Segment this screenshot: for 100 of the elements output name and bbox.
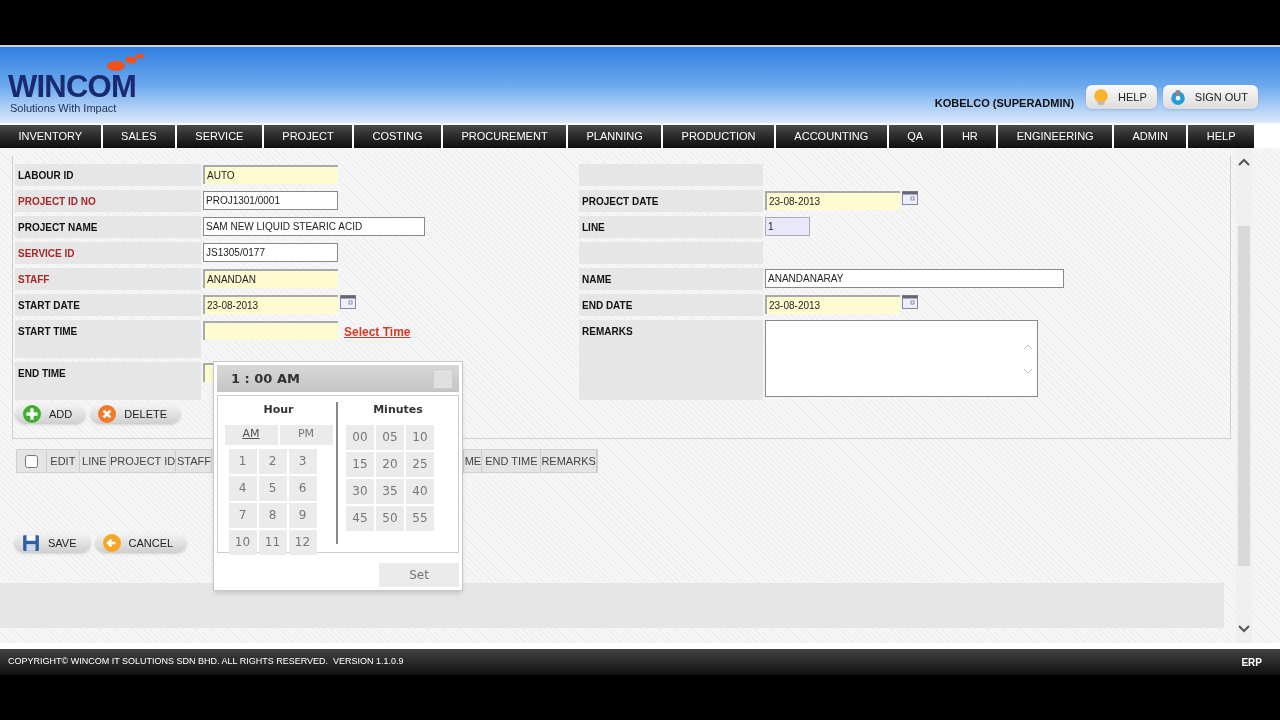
logo-text: WINCOM <box>8 72 137 102</box>
input-field[interactable]: SAM NEW LIQUID STEARIC ACID <box>203 217 425 236</box>
input-field[interactable]: 1 <box>765 217 810 236</box>
nav-tab[interactable]: SERVICE <box>176 125 262 148</box>
hour-button[interactable]: 10 <box>228 529 257 555</box>
nav-tab[interactable]: PROJECT <box>263 125 353 148</box>
minutes-title: Minutes <box>373 402 423 418</box>
hour-button[interactable]: 4 <box>228 475 257 501</box>
nav-tab[interactable]: ACCOUNTING <box>775 125 887 148</box>
time-display: 1 : 00 AM <box>231 369 300 388</box>
calendar-icon[interactable] <box>340 295 356 309</box>
set-button[interactable]: Set <box>379 563 459 587</box>
field-label: STAFF <box>15 268 201 290</box>
minute-button[interactable]: 15 <box>346 451 374 477</box>
column-header: PROJECT ID <box>109 450 177 472</box>
field-label: SERVICE ID <box>15 242 201 264</box>
nav-tab[interactable]: COSTING <box>354 125 442 148</box>
minute-button[interactable]: 40 <box>406 478 434 504</box>
hour-button[interactable]: 11 <box>258 529 287 555</box>
lock-icon <box>1168 87 1187 106</box>
bulb-icon <box>1092 87 1111 106</box>
field-label: LABOUR ID <box>15 164 201 186</box>
minute-button[interactable]: 00 <box>346 424 374 450</box>
scroll-down-icon[interactable] <box>1238 625 1250 633</box>
field-label: PROJECT ID NO <box>15 190 201 212</box>
minute-button[interactable]: 35 <box>376 478 404 504</box>
minute-button[interactable]: 45 <box>346 505 374 531</box>
nav-tab[interactable]: ENGINEERING <box>998 125 1113 148</box>
save-button[interactable]: SAVE <box>14 533 91 553</box>
nav-tab[interactable]: ADMIN <box>1114 125 1187 148</box>
delete-icon <box>98 405 117 423</box>
field-label: PROJECT NAME <box>15 216 201 238</box>
hour-button[interactable]: 5 <box>258 475 287 501</box>
calendar-icon[interactable] <box>902 191 918 205</box>
hour-button[interactable]: 12 <box>288 529 317 555</box>
input-field[interactable]: ANANDANARAY <box>765 269 1064 288</box>
add-icon <box>23 405 41 423</box>
field-label: END TIME <box>15 362 201 400</box>
nav-tab[interactable]: HELP <box>1188 125 1254 148</box>
field-label: NAME <box>579 268 763 290</box>
hour-button[interactable]: 8 <box>258 502 287 528</box>
minute-button[interactable]: 25 <box>406 451 434 477</box>
field-label: START TIME <box>15 320 201 358</box>
minute-button[interactable]: 55 <box>406 505 434 531</box>
nav-tab[interactable]: QA <box>888 125 942 148</box>
field-label: REMARKS <box>579 320 763 400</box>
add-button[interactable]: ADD <box>15 404 87 424</box>
input-field[interactable]: 23-08-2013 <box>765 295 900 314</box>
minute-button[interactable]: 50 <box>376 505 404 531</box>
input-field[interactable]: 23-08-2013 <box>765 191 900 210</box>
hour-button[interactable]: 9 <box>288 502 317 528</box>
user-name: KOBELCO (SUPERADMIN) <box>934 95 1075 111</box>
hour-button[interactable]: 3 <box>288 448 317 474</box>
column-header: ME <box>464 450 483 472</box>
field-label: PROJECT DATE <box>579 190 763 212</box>
field-label: END DATE <box>579 294 763 316</box>
copyright-text: COPYRIGHT© WINCOM IT SOLUTIONS SDN BHD. ALL RIGHTS RESERVED. VERSION 1.1.0.9 <box>8 655 404 669</box>
input-field[interactable]: AUTO <box>203 165 338 184</box>
nav-tab[interactable]: PRODUCTION <box>663 125 774 148</box>
logo-dots-icon <box>104 52 144 72</box>
nav-tab[interactable]: INVENTORY <box>0 125 101 148</box>
input-field[interactable]: 23-08-2013 <box>203 295 338 314</box>
column-header: REMARKS <box>541 450 597 472</box>
input-field[interactable]: JS1305/0177 <box>203 243 338 262</box>
hour-button[interactable]: 2 <box>258 448 287 474</box>
minute-button[interactable]: 30 <box>346 478 374 504</box>
minute-button[interactable]: 10 <box>406 424 434 450</box>
select-time-link[interactable]: Select Time <box>344 323 411 341</box>
nav-tab[interactable]: SALES <box>102 125 175 148</box>
nav-tab[interactable]: HR <box>943 125 997 148</box>
input-field[interactable] <box>203 321 338 340</box>
nav-tab[interactable]: PROCUREMENT <box>443 125 567 148</box>
field-label: START DATE <box>15 294 201 316</box>
input-field[interactable]: ANANDAN <box>203 269 338 288</box>
delete-button[interactable]: DELETE <box>90 404 182 424</box>
column-header: EDIT <box>46 450 80 472</box>
column-header: LINE <box>79 450 110 472</box>
help-button[interactable]: HELP <box>1086 84 1157 109</box>
period-button[interactable]: PM <box>279 424 333 445</box>
save-icon <box>22 534 40 552</box>
minute-button[interactable]: 20 <box>376 451 404 477</box>
row-checkbox[interactable] <box>24 454 38 468</box>
signout-button[interactable]: SIGN OUT <box>1162 84 1258 109</box>
nav-tab[interactable]: PLANNING <box>568 125 662 148</box>
hour-title: Hour <box>263 402 294 418</box>
period-button[interactable]: AM <box>224 424 278 445</box>
hour-button[interactable]: 6 <box>288 475 317 501</box>
tagline: Solutions With Impact <box>10 102 118 115</box>
minute-button[interactable]: 05 <box>376 424 404 450</box>
input-field[interactable] <box>203 363 213 382</box>
scroll-up-icon[interactable] <box>1238 158 1250 166</box>
app-label: ERP <box>1241 655 1262 670</box>
input-field[interactable]: PROJ1301/0001 <box>203 191 338 210</box>
column-header: STAFF <box>176 450 213 472</box>
column-header: END TIME <box>482 450 542 472</box>
hour-button[interactable]: 7 <box>228 502 257 528</box>
calendar-icon[interactable] <box>902 295 918 309</box>
hour-button[interactable]: 1 <box>228 448 257 474</box>
cancel-button[interactable]: CANCEL <box>94 533 188 553</box>
field-label: LINE <box>579 216 763 238</box>
